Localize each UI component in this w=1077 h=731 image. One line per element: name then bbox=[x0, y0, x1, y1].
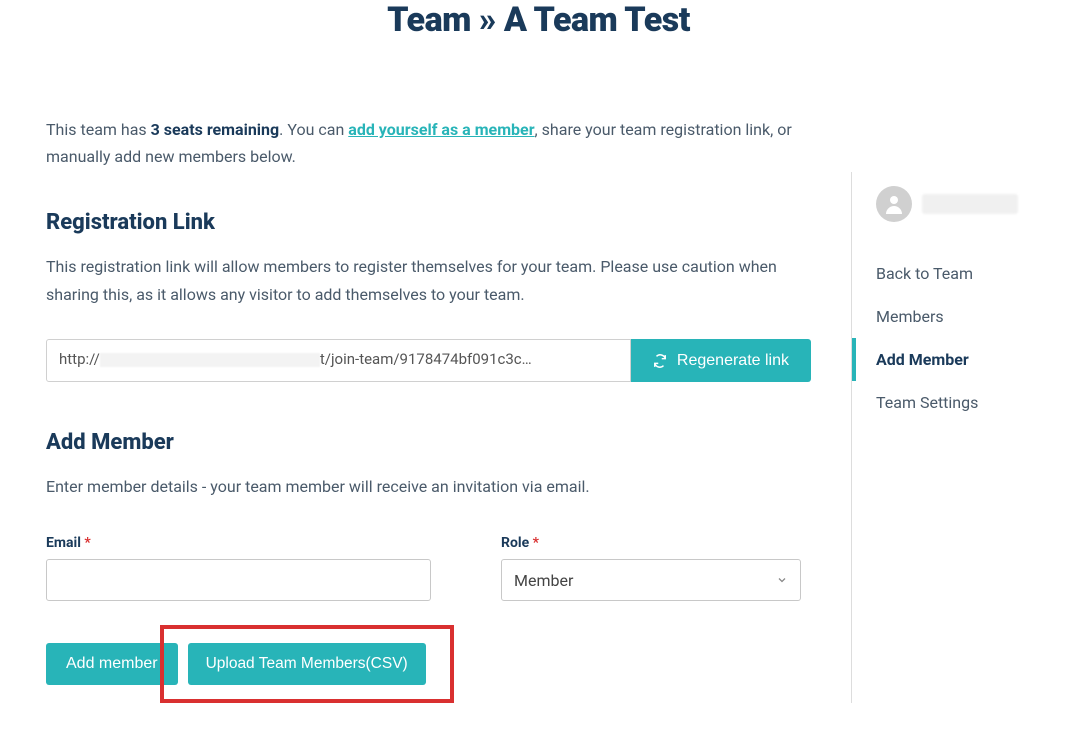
email-field[interactable] bbox=[46, 559, 431, 601]
intro-mid: . You can bbox=[279, 120, 348, 139]
page-title: Team » A Team Test bbox=[0, 0, 1077, 40]
upload-highlight-box: Upload Team Members(CSV) bbox=[160, 625, 454, 703]
refresh-icon bbox=[653, 354, 667, 368]
role-select[interactable]: Member bbox=[501, 559, 801, 601]
add-member-form: Email * Role * Member bbox=[46, 535, 811, 601]
sidebar-nav: Back to Team Members Add Member Team Set… bbox=[852, 252, 1031, 424]
registration-desc: This registration link will allow member… bbox=[46, 253, 811, 309]
avatar bbox=[876, 186, 912, 222]
sidebar: Back to Team Members Add Member Team Set… bbox=[851, 172, 1031, 703]
required-asterisk: * bbox=[84, 535, 90, 551]
role-value: Member bbox=[514, 571, 573, 590]
intro-prefix: This team has bbox=[46, 120, 151, 139]
add-member-button[interactable]: Add member bbox=[46, 643, 178, 685]
sidebar-user[interactable] bbox=[852, 186, 1031, 242]
email-label: Email * bbox=[46, 535, 431, 551]
url-redacted bbox=[100, 353, 320, 367]
sidebar-item-members[interactable]: Members bbox=[852, 295, 1031, 338]
role-label-text: Role bbox=[501, 535, 529, 551]
intro-text: This team has 3 seats remaining. You can… bbox=[46, 116, 811, 170]
url-suffix: t/join-team/9178474bf091c3c… bbox=[320, 350, 532, 368]
user-icon bbox=[882, 192, 906, 216]
main-content: This team has 3 seats remaining. You can… bbox=[46, 100, 851, 703]
role-label: Role * bbox=[501, 535, 801, 551]
sidebar-item-team-settings[interactable]: Team Settings bbox=[852, 381, 1031, 424]
chevron-down-icon bbox=[776, 574, 788, 586]
add-member-heading: Add Member bbox=[46, 430, 811, 455]
regenerate-link-button[interactable]: Regenerate link bbox=[631, 339, 811, 382]
regenerate-label: Regenerate link bbox=[677, 352, 789, 370]
username-redacted bbox=[922, 194, 1018, 214]
add-yourself-link[interactable]: add yourself as a member bbox=[348, 120, 534, 139]
email-label-text: Email bbox=[46, 535, 81, 551]
registration-link-input[interactable]: http:// t/join-team/9178474bf091c3c… bbox=[46, 339, 631, 382]
required-asterisk: * bbox=[533, 535, 539, 551]
add-member-desc: Enter member details - your team member … bbox=[46, 473, 811, 501]
registration-heading: Registration Link bbox=[46, 210, 811, 235]
url-prefix: http:// bbox=[59, 350, 100, 368]
seats-remaining: 3 seats remaining bbox=[151, 120, 280, 139]
sidebar-item-add-member[interactable]: Add Member bbox=[852, 338, 1031, 381]
registration-link-row: http:// t/join-team/9178474bf091c3c… Rege… bbox=[46, 339, 811, 382]
upload-csv-button[interactable]: Upload Team Members(CSV) bbox=[188, 643, 426, 685]
sidebar-item-back-to-team[interactable]: Back to Team bbox=[852, 252, 1031, 295]
